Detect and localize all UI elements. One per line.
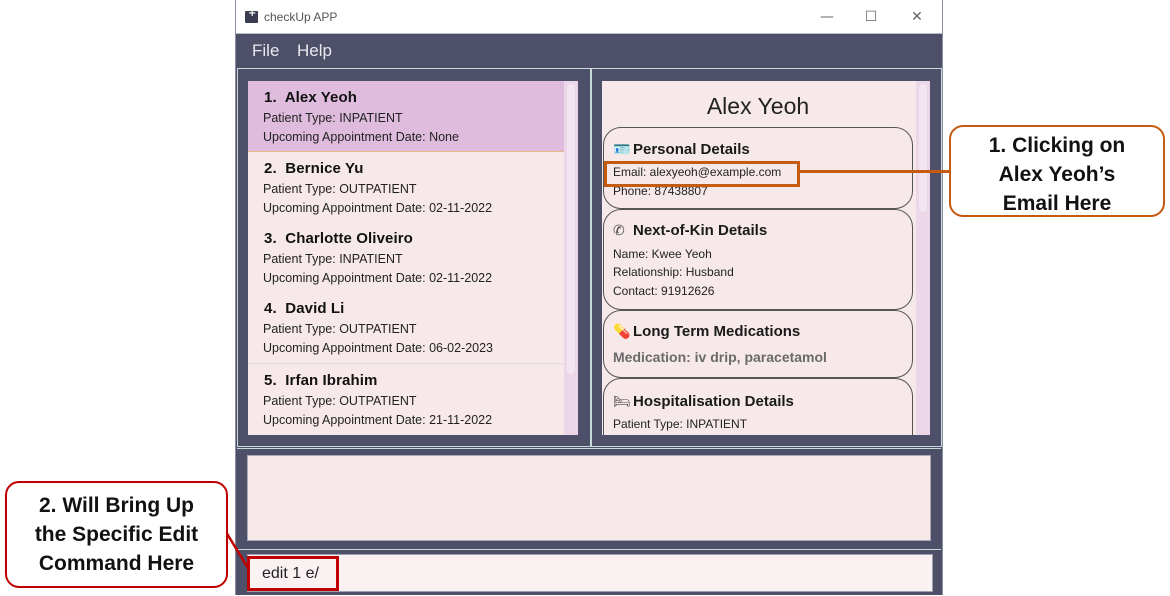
patient-name: 5. Irfan Ibrahim bbox=[264, 372, 378, 389]
hospitalisation-patient-type[interactable]: Patient Type: INPATIENT bbox=[613, 417, 747, 431]
patient-detail-panel: Alex Yeoh 🪪 Personal Details Email: alexy… bbox=[591, 68, 942, 447]
appointment-date: Upcoming Appointment Date: 02-11-2022 bbox=[263, 201, 493, 215]
window-title: checkUp APP bbox=[264, 10, 338, 24]
patient-name: 1. Alex Yeoh bbox=[264, 89, 358, 106]
patient-type: Patient Type: OUTPATIENT bbox=[263, 182, 417, 196]
hospitalisation-card: 🛏 Hospitalisation Details Patient Type: I… bbox=[603, 378, 913, 435]
callout1-connector bbox=[797, 170, 949, 173]
maximize-button[interactable]: ☐ bbox=[856, 6, 886, 28]
personal-details-header: 🪪 Personal Details bbox=[613, 141, 750, 158]
title-bar: checkUp APP — ☐ ✕ bbox=[236, 0, 942, 34]
list-scrollbar[interactable] bbox=[564, 81, 578, 435]
command-panel: edit 1 e/ bbox=[237, 549, 941, 596]
patient-type: Patient Type: OUTPATIENT bbox=[263, 322, 417, 336]
menu-file[interactable]: File bbox=[252, 41, 279, 61]
medications-header: 💊 Long Term Medications bbox=[613, 323, 801, 340]
detail-scrollbar-thumb[interactable] bbox=[919, 84, 927, 212]
patient-detail: Alex Yeoh 🪪 Personal Details Email: alexy… bbox=[602, 81, 930, 435]
app-icon bbox=[245, 8, 258, 23]
callout-click-email: 1. Clicking on Alex Yeoh’s Email Here bbox=[949, 125, 1165, 217]
patient-name: 2. Bernice Yu bbox=[264, 160, 364, 177]
minimize-button[interactable]: — bbox=[812, 6, 842, 28]
patient-list: 1. Alex Yeoh Patient Type: INPATIENT Upc… bbox=[248, 81, 578, 435]
next-of-kin-card: ✆ Next-of-Kin Details Name: Kwee Yeoh Rel… bbox=[603, 209, 913, 310]
callout-edit-command: 2. Will Bring Up the Specific Edit Comma… bbox=[5, 481, 228, 588]
appointment-date: Upcoming Appointment Date: 02-11-2022 bbox=[263, 271, 493, 285]
app-window: checkUp APP — ☐ ✕ File Help 1. Alex Yeoh… bbox=[235, 0, 943, 595]
appointment-date: Upcoming Appointment Date: None bbox=[263, 130, 459, 144]
medications-card: 💊 Long Term Medications Medication: iv dr… bbox=[603, 310, 913, 378]
command-highlight-box bbox=[247, 556, 339, 591]
nok-contact-field[interactable]: Contact: 91912626 bbox=[613, 284, 714, 298]
hospital-bed-icon: 🛏 bbox=[613, 393, 631, 409]
next-of-kin-header: ✆ Next-of-Kin Details bbox=[613, 222, 768, 239]
patient-name: 3. Charlotte Oliveiro bbox=[264, 230, 413, 247]
medication-field[interactable]: Medication: iv drip, paracetamol bbox=[613, 349, 827, 365]
id-badge-icon: 🪪 bbox=[613, 141, 631, 157]
command-input[interactable]: edit 1 e/ bbox=[247, 554, 933, 592]
close-button[interactable]: ✕ bbox=[902, 6, 932, 28]
patient-type: Patient Type: INPATIENT bbox=[263, 111, 403, 125]
hospitalisation-header: 🛏 Hospitalisation Details bbox=[613, 393, 794, 410]
patient-card-5[interactable]: 5. Irfan Ibrahim Patient Type: OUTPATIEN… bbox=[248, 364, 564, 434]
nok-relationship-field[interactable]: Relationship: Husband bbox=[613, 265, 734, 279]
patient-card-3[interactable]: 3. Charlotte Oliveiro Patient Type: INPA… bbox=[248, 222, 564, 292]
patient-name: 4. David Li bbox=[264, 300, 345, 317]
nok-name-field[interactable]: Name: Kwee Yeoh bbox=[613, 247, 712, 261]
pills-icon: 💊 bbox=[613, 323, 631, 339]
patient-card-2[interactable]: 2. Bernice Yu Patient Type: OUTPATIENT U… bbox=[248, 152, 564, 222]
appointment-date: Upcoming Appointment Date: 06-02-2023 bbox=[263, 341, 494, 355]
phone-contact-icon: ✆ bbox=[613, 222, 625, 238]
patient-list-panel: 1. Alex Yeoh Patient Type: INPATIENT Upc… bbox=[237, 68, 591, 447]
result-display-panel bbox=[237, 448, 941, 549]
menu-bar: File Help bbox=[236, 34, 942, 68]
patient-type: Patient Type: INPATIENT bbox=[263, 252, 403, 266]
result-display bbox=[247, 455, 931, 541]
detail-scrollbar[interactable] bbox=[916, 81, 930, 435]
appointment-date: Upcoming Appointment Date: 21-11-2022 bbox=[263, 413, 493, 427]
patient-card-4[interactable]: 4. David Li Patient Type: OUTPATIENT Upc… bbox=[248, 292, 564, 362]
email-highlight-box bbox=[604, 161, 800, 187]
menu-help[interactable]: Help bbox=[297, 41, 332, 61]
list-scrollbar-thumb[interactable] bbox=[567, 84, 575, 374]
patient-card-1[interactable]: 1. Alex Yeoh Patient Type: INPATIENT Upc… bbox=[248, 81, 564, 152]
patient-type: Patient Type: OUTPATIENT bbox=[263, 394, 417, 408]
detail-patient-name: Alex Yeoh bbox=[706, 93, 810, 119]
